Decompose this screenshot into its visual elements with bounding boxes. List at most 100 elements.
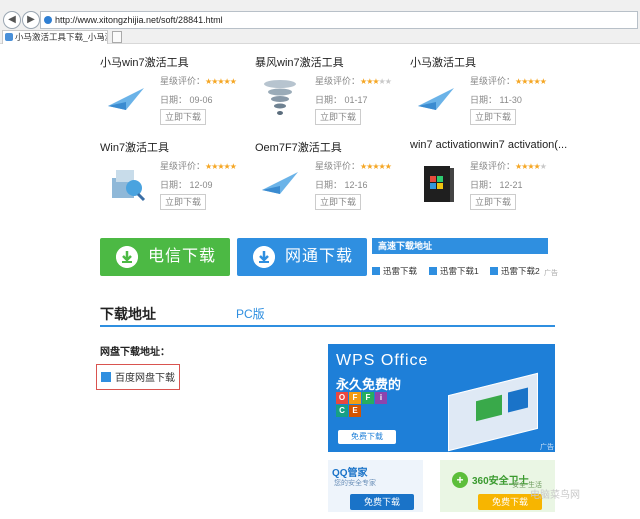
date-label: 日期： — [160, 95, 188, 105]
section-divider — [100, 325, 555, 327]
stars-5: ★★★★★ — [515, 77, 547, 86]
cloud-download-label: 网盘下载地址： — [100, 347, 170, 358]
netcom-download-label: 网通下载 — [285, 248, 354, 265]
forward-icon[interactable]: ▶ — [22, 11, 40, 29]
tile: F — [362, 392, 374, 404]
date-label: 日期： — [160, 180, 188, 190]
installer-icon — [112, 170, 146, 202]
wps-logo: WPS Office — [336, 352, 429, 369]
download-now-button[interactable]: 立即下载 — [470, 194, 516, 210]
download-arrow-icon — [253, 246, 275, 268]
app-title[interactable]: 小马win7激活工具 — [100, 54, 189, 70]
tile: C — [336, 405, 348, 417]
date-value: 11-30 — [499, 95, 522, 105]
browser-tab[interactable]: 小马激活工具下载_小马激... × — [2, 30, 108, 44]
date-value: 12-16 — [344, 180, 368, 190]
date: 日期： 12-09 — [160, 178, 213, 191]
ad-tag: 广告 — [540, 444, 554, 451]
ie-icon — [44, 16, 52, 24]
ad-tag: 广告 — [544, 270, 558, 277]
date-label: 日期： — [470, 180, 498, 190]
paper-plane-icon — [262, 172, 298, 194]
xunlei-link-label: 迅雷下载1 — [440, 266, 479, 276]
windows-box-icon — [424, 166, 454, 202]
date-value: 09-06 — [189, 95, 213, 105]
watermark: 电脑菜鸟网 — [530, 490, 580, 501]
xunlei-download-link[interactable]: 迅雷下载 — [372, 265, 417, 277]
rating-label: 星级评价： — [315, 76, 361, 86]
app-title[interactable]: 暴风win7激活工具 — [255, 54, 344, 70]
download-arrow-icon — [116, 246, 138, 268]
download-now-button[interactable]: 立即下载 — [160, 109, 206, 125]
download-icon — [101, 372, 111, 382]
stars-3: ★★★★★ — [360, 77, 392, 86]
favicon-icon — [5, 33, 13, 41]
app-title[interactable]: Oem7F7激活工具 — [255, 139, 342, 155]
back-icon[interactable]: ◀ — [3, 11, 21, 29]
xunlei-icon — [490, 267, 498, 275]
xunlei-icon — [372, 267, 380, 275]
date-value: 12-09 — [189, 180, 213, 190]
stars-4: ★★★★★ — [515, 162, 547, 171]
date-value: 01-17 — [344, 95, 368, 105]
fast-download-header: 高速下载地址 — [372, 238, 548, 254]
date: 日期： 01-17 — [315, 93, 368, 106]
qq-manager-ad[interactable]: QQ管家 您的安全专家 免费下载 — [328, 460, 423, 512]
wps-subtitle: 永久免费的 — [336, 377, 402, 392]
baidu-pan-download-link[interactable]: 百度网盘下载 — [101, 369, 175, 384]
date-label: 日期： — [315, 180, 343, 190]
rating-label: 星级评价： — [160, 76, 206, 86]
close-tab-icon[interactable]: × — [99, 31, 104, 43]
date: 日期： 12-16 — [315, 178, 368, 191]
download-now-button[interactable]: 立即下载 — [160, 194, 206, 210]
wps-free-download-button[interactable]: 免费下载 — [338, 430, 396, 444]
stars-5: ★★★★★ — [205, 162, 237, 171]
paper-plane-icon — [418, 88, 454, 110]
app-title[interactable]: 小马激活工具 — [410, 54, 476, 70]
netcom-download-button[interactable]: 网通下载 — [237, 238, 367, 276]
xunlei-download-link-2[interactable]: 迅雷下载2 — [490, 265, 540, 277]
tornado-icon — [264, 80, 296, 115]
section-title: 下载地址 — [100, 306, 156, 322]
app-title[interactable]: Win7激活工具 — [100, 139, 169, 155]
stars-5: ★★★★★ — [205, 77, 237, 86]
new-tab-button[interactable] — [112, 31, 122, 43]
telecom-download-button[interactable]: 电信下载 — [100, 238, 230, 276]
xunlei-download-link-1[interactable]: 迅雷下载1 — [429, 265, 479, 277]
baidu-pan-label: 百度网盘下载 — [115, 373, 175, 384]
rating: 星级评价：★★★★★ — [160, 74, 237, 87]
qq-slogan: 您的安全专家 — [334, 480, 376, 487]
rating-label: 星级评价： — [160, 161, 206, 171]
date-label: 日期： — [470, 95, 498, 105]
xunlei-link-label: 迅雷下载 — [383, 266, 418, 276]
tile: i — [375, 392, 387, 404]
wps-office-tiles: O F F i C E — [336, 392, 390, 418]
xunlei-link-label: 迅雷下载2 — [501, 266, 540, 276]
browser-chrome: ◀ ▶ http://www.xitongzhijia.net/soft/288… — [0, 0, 640, 44]
download-now-button[interactable]: 立即下载 — [315, 109, 361, 125]
rating: 星级评价：★★★★★ — [315, 159, 392, 172]
address-bar[interactable]: http://www.xitongzhijia.net/soft/28841.h… — [40, 11, 638, 29]
rating: 星级评价：★★★★★ — [315, 74, 392, 87]
tile: F — [349, 392, 361, 404]
download-now-button[interactable]: 立即下载 — [315, 194, 361, 210]
wps-ad-banner[interactable]: WPS Office 永久免费的 O F F i C E 免费下载 广告 — [328, 344, 555, 452]
tile: E — [349, 405, 361, 417]
xunlei-icon — [429, 267, 437, 275]
rating: 星级评价：★★★★★ — [160, 159, 237, 172]
rating: 星级评价：★★★★★ — [470, 159, 547, 172]
plus-icon: + — [452, 472, 468, 488]
download-now-button[interactable]: 立即下载 — [470, 109, 516, 125]
qq-manager-logo: QQ管家 — [332, 468, 368, 479]
date-value: 12-21 — [499, 180, 523, 190]
date: 日期： 11-30 — [470, 93, 522, 106]
url-text: http://www.xitongzhijia.net/soft/28841.h… — [55, 15, 223, 25]
app-title[interactable]: win7 activationwin7 activation(... — [410, 139, 567, 151]
qq-free-download-button[interactable]: 免费下载 — [350, 494, 414, 510]
telecom-download-label: 电信下载 — [148, 248, 217, 265]
rating-label: 星级评价： — [470, 76, 516, 86]
rating-label: 星级评价： — [315, 161, 361, 171]
tab-title: 小马激活工具下载_小马激... — [15, 32, 107, 42]
tab-pc[interactable]: PC版 — [236, 305, 265, 322]
rating-label: 星级评价： — [470, 161, 516, 171]
